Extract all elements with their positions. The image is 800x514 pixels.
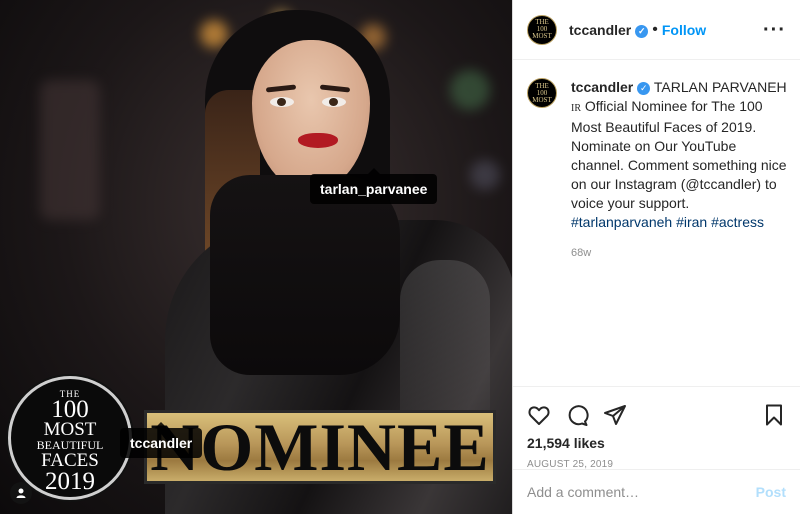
bookmark-icon[interactable] bbox=[762, 403, 786, 427]
header-username[interactable]: tccandler ✓ bbox=[569, 22, 649, 38]
lips bbox=[298, 133, 338, 148]
user-tag-tccandler[interactable]: tccandler bbox=[120, 422, 203, 458]
post-side-panel: THE 100 MOST tccandler ✓ • Follow ··· THE 10… bbox=[513, 0, 800, 514]
follow-button[interactable]: Follow bbox=[662, 22, 706, 38]
action-bar: 21,594 likes AUGUST 25, 2019 bbox=[513, 386, 800, 470]
scarf-drape bbox=[210, 175, 400, 375]
badge-line: MOST bbox=[43, 419, 97, 440]
eye bbox=[270, 97, 294, 107]
award-badge-logo: THE 100 MOST BEAUTIFUL FACES 2019 bbox=[8, 376, 132, 500]
badge-line: 100 bbox=[51, 396, 89, 423]
username-text[interactable]: tccandler bbox=[569, 22, 631, 38]
post-button[interactable]: Post bbox=[756, 484, 786, 500]
share-icon[interactable] bbox=[603, 403, 627, 427]
comment-box: Post bbox=[513, 469, 800, 514]
verified-icon: ✓ bbox=[637, 82, 651, 95]
caption-hashtags[interactable]: #tarlanparvaneh #iran #actress bbox=[571, 214, 764, 230]
heart-icon[interactable] bbox=[527, 403, 551, 427]
likes-count[interactable]: 21,594 likes bbox=[527, 435, 786, 451]
verified-icon: ✓ bbox=[635, 24, 649, 38]
post-header: THE 100 MOST tccandler ✓ • Follow ··· bbox=[513, 0, 800, 60]
action-icons bbox=[527, 395, 786, 435]
caption: THE 100 MOST tccandler ✓ TARLAN PARVANEH IR… bbox=[527, 78, 788, 263]
background-light bbox=[470, 160, 500, 190]
more-horizontal-icon[interactable]: ··· bbox=[763, 20, 786, 40]
post-photo[interactable]: tarlan_parvanee THE 100 MOST BEAUTIFUL F… bbox=[0, 0, 513, 514]
comment-input[interactable] bbox=[527, 484, 756, 500]
user-tag-tarlan[interactable]: tarlan_parvanee bbox=[310, 168, 438, 204]
country-code: IR bbox=[571, 103, 581, 114]
background-light bbox=[450, 70, 490, 110]
post-age[interactable]: 68w bbox=[571, 244, 788, 263]
caption-name: TARLAN PARVANEH bbox=[653, 79, 787, 95]
caption-text: Official Nominee for The 100 Most Beauti… bbox=[571, 98, 787, 211]
separator-dot: • bbox=[652, 20, 658, 38]
comment-icon[interactable] bbox=[565, 403, 589, 427]
avatar[interactable]: THE 100 MOST bbox=[527, 14, 557, 45]
background-light bbox=[40, 80, 100, 220]
user-icon bbox=[16, 488, 26, 498]
eye bbox=[322, 97, 346, 107]
caption-username[interactable]: tccandler bbox=[571, 79, 633, 95]
tagged-users-button[interactable] bbox=[10, 482, 32, 504]
instagram-post: tarlan_parvanee THE 100 MOST BEAUTIFUL F… bbox=[0, 0, 800, 514]
caption-avatar[interactable]: THE 100 MOST bbox=[527, 78, 557, 108]
caption-body: tccandler ✓ TARLAN PARVANEH IR Official N… bbox=[571, 78, 788, 263]
